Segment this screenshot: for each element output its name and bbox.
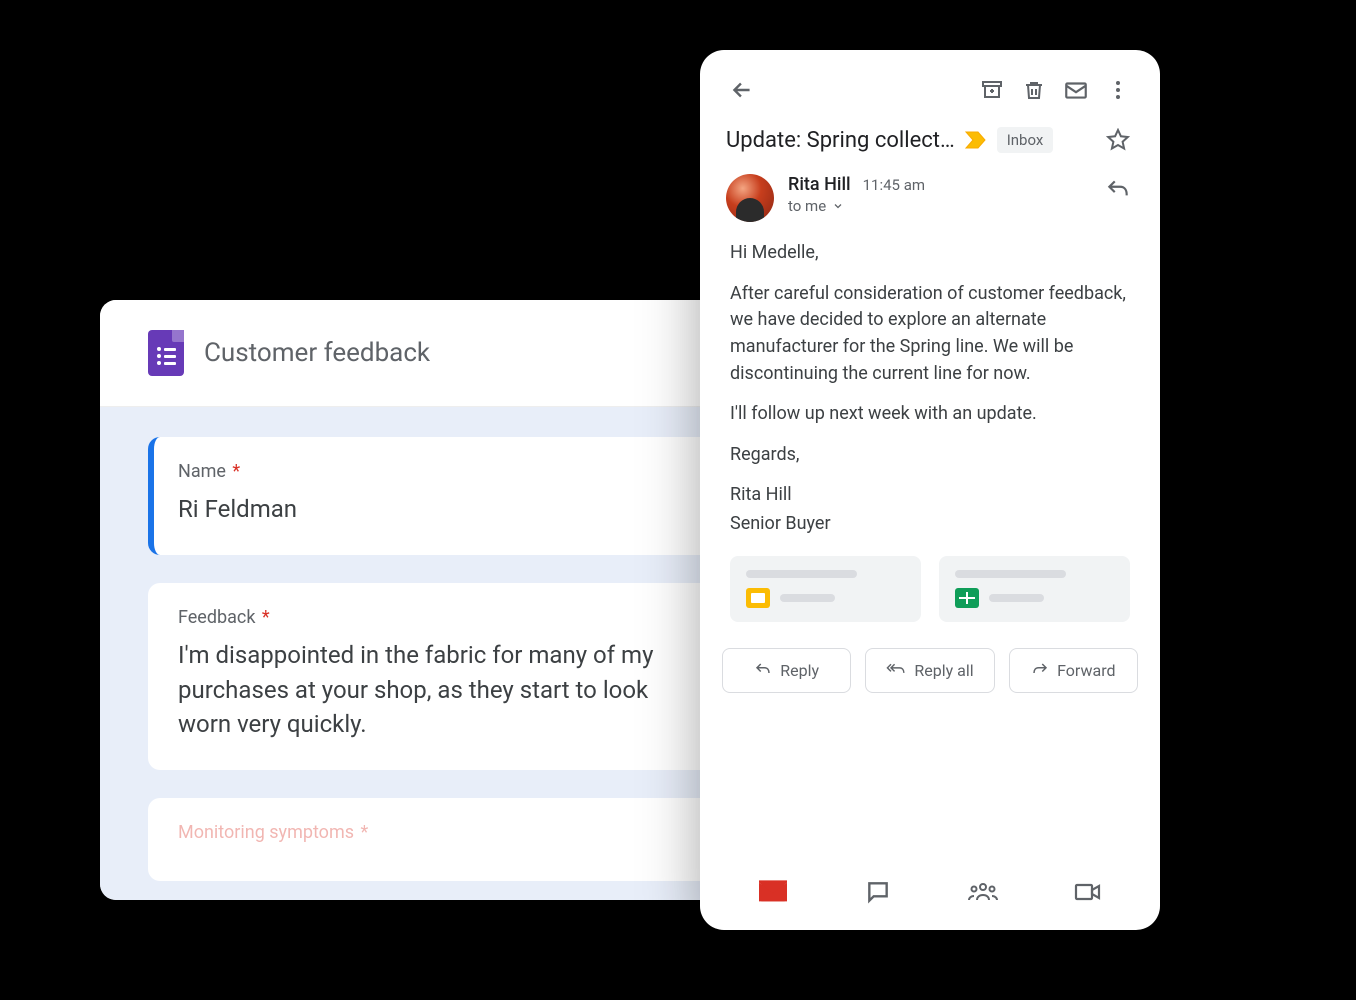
forms-header: Customer feedback	[100, 300, 780, 407]
forward-icon	[1031, 661, 1049, 679]
more-icon[interactable]	[1102, 74, 1134, 106]
gmail-card: Update: Spring collect… Inbox Rita Hill …	[700, 50, 1160, 930]
forms-card: Customer feedback Name * Ri Feldman Feed…	[100, 300, 780, 900]
reply-all-button[interactable]: Reply all	[865, 648, 994, 693]
avatar[interactable]	[726, 174, 774, 222]
important-marker-icon[interactable]	[965, 131, 987, 149]
reply-icon[interactable]	[1102, 174, 1134, 206]
placeholder-line	[989, 594, 1044, 602]
nav-chat-icon[interactable]	[858, 876, 898, 908]
forms-body: Name * Ri Feldman Feedback * I'm disappo…	[100, 407, 780, 900]
subject-row: Update: Spring collect… Inbox	[700, 124, 1160, 174]
sender-to[interactable]: to me	[788, 197, 1088, 215]
star-icon[interactable]	[1102, 124, 1134, 156]
email-body: Hi Medelle, After careful consideration …	[700, 240, 1160, 552]
body-sig2: Senior Buyer	[730, 511, 1130, 538]
form-field-cutoff[interactable]: Monitoring symptoms *	[148, 798, 732, 881]
placeholder-line	[746, 570, 857, 578]
inbox-label[interactable]: Inbox	[997, 127, 1054, 153]
body-closing: Regards,	[730, 442, 1130, 469]
form-field-feedback[interactable]: Feedback * I'm disappointed in the fabri…	[148, 583, 732, 770]
forward-button[interactable]: Forward	[1009, 648, 1138, 693]
nav-spaces-icon[interactable]	[963, 876, 1003, 908]
body-sig1: Rita Hill	[730, 482, 1130, 509]
sheets-icon	[955, 588, 979, 608]
field-label: Feedback *	[178, 607, 702, 628]
field-label: Name *	[178, 461, 702, 482]
form-field-name[interactable]: Name * Ri Feldman	[148, 437, 732, 555]
nav-meet-icon[interactable]	[1068, 876, 1108, 908]
attachment-slides[interactable]	[730, 556, 921, 622]
delete-icon[interactable]	[1018, 74, 1050, 106]
archive-icon[interactable]	[976, 74, 1008, 106]
field-value[interactable]: I'm disappointed in the fabric for many …	[178, 638, 702, 742]
attachments-row	[700, 552, 1160, 640]
nav-mail-icon[interactable]	[753, 876, 793, 908]
reply-all-icon	[886, 661, 906, 679]
chevron-down-icon	[832, 200, 844, 212]
body-greeting: Hi Medelle,	[730, 240, 1130, 267]
sender-name: Rita Hill	[788, 174, 851, 195]
body-p1: After careful consideration of customer …	[730, 281, 1130, 388]
email-subject: Update: Spring collect…	[726, 128, 955, 153]
sender-time: 11:45 am	[863, 176, 925, 194]
forms-title: Customer feedback	[204, 338, 430, 368]
gmail-toolbar	[700, 50, 1160, 124]
reply-button[interactable]: Reply	[722, 648, 851, 693]
reply-arrow-icon	[754, 661, 772, 679]
body-p2: I'll follow up next week with an update.	[730, 401, 1130, 428]
action-row: Reply Reply all Forward	[700, 640, 1160, 711]
sender-row: Rita Hill 11:45 am to me	[700, 174, 1160, 240]
slides-icon	[746, 588, 770, 608]
field-value[interactable]: Ri Feldman	[178, 492, 702, 527]
bottom-nav	[700, 862, 1160, 930]
placeholder-line	[955, 570, 1066, 578]
placeholder-line	[780, 594, 835, 602]
attachment-sheets[interactable]	[939, 556, 1130, 622]
field-label: Monitoring symptoms *	[178, 822, 702, 843]
mark-unread-icon[interactable]	[1060, 74, 1092, 106]
forms-app-icon	[148, 330, 184, 376]
back-icon[interactable]	[726, 74, 758, 106]
